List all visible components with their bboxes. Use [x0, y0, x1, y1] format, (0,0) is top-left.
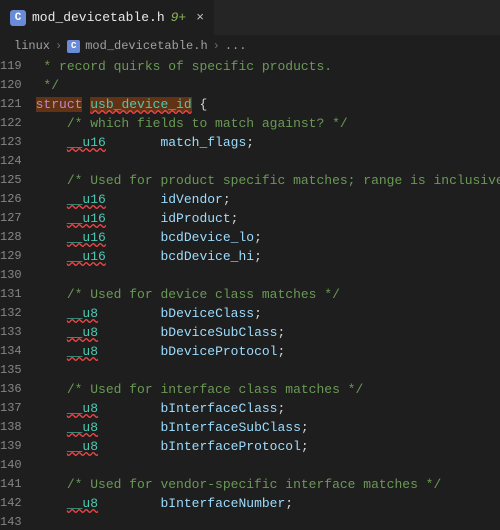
line-number: 142 [0, 494, 22, 513]
code-line[interactable]: __u8 bInterfaceNumber; [36, 494, 500, 513]
code-line[interactable]: __u8 bInterfaceProtocol; [36, 437, 500, 456]
line-number: 123 [0, 133, 22, 152]
code-line[interactable]: /* Used for product specific matches; ra… [36, 171, 500, 190]
line-number: 126 [0, 190, 22, 209]
line-number: 137 [0, 399, 22, 418]
code-line[interactable] [36, 266, 500, 285]
line-number: 129 [0, 247, 22, 266]
line-number: 128 [0, 228, 22, 247]
close-icon[interactable]: × [196, 10, 204, 25]
code-line[interactable]: /* Used for interface class matches */ [36, 380, 500, 399]
code-line[interactable]: __u8 bDeviceProtocol; [36, 342, 500, 361]
tab-modified-marker: 9+ [171, 10, 187, 25]
chevron-right-icon: › [213, 39, 220, 53]
code-line[interactable]: /* which fields to match against? */ [36, 114, 500, 133]
code-line[interactable] [36, 456, 500, 475]
line-number: 139 [0, 437, 22, 456]
line-number: 138 [0, 418, 22, 437]
line-number: 143 [0, 513, 22, 530]
breadcrumb-folder[interactable]: linux [14, 39, 50, 53]
breadcrumb[interactable]: linux › C mod_devicetable.h › ... [0, 35, 500, 57]
code-line[interactable]: __u16 idVendor; [36, 190, 500, 209]
line-number: 127 [0, 209, 22, 228]
code-line[interactable]: __u8 bDeviceSubClass; [36, 323, 500, 342]
code-line[interactable]: struct usb_device_id { [36, 95, 500, 114]
code-line[interactable]: __u16 match_flags; [36, 133, 500, 152]
code-line[interactable]: __u16 idProduct; [36, 209, 500, 228]
code-line[interactable]: __u16 bcdDevice_hi; [36, 247, 500, 266]
code-line[interactable]: __u8 bInterfaceSubClass; [36, 418, 500, 437]
line-number-gutter: 1191201211221231241251261271281291301311… [0, 57, 36, 530]
c-file-icon: C [67, 40, 80, 53]
tab-bar: C mod_devicetable.h 9+ × [0, 0, 500, 35]
code-line[interactable]: __u8 bDeviceClass; [36, 304, 500, 323]
c-file-icon: C [10, 10, 26, 26]
code-area[interactable]: * record quirks of specific products. */… [36, 57, 500, 530]
line-number: 121 [0, 95, 22, 114]
breadcrumb-more[interactable]: ... [225, 39, 247, 53]
code-line[interactable]: * record quirks of specific products. [36, 57, 500, 76]
code-line[interactable]: */ [36, 76, 500, 95]
line-number: 125 [0, 171, 22, 190]
line-number: 119 [0, 57, 22, 76]
code-line[interactable] [36, 513, 500, 530]
code-line[interactable]: __u8 bInterfaceClass; [36, 399, 500, 418]
line-number: 141 [0, 475, 22, 494]
chevron-right-icon: › [55, 39, 62, 53]
line-number: 140 [0, 456, 22, 475]
code-line[interactable] [36, 152, 500, 171]
tab-filename: mod_devicetable.h [32, 10, 165, 25]
editor-tab[interactable]: C mod_devicetable.h 9+ × [0, 0, 215, 35]
breadcrumb-file[interactable]: mod_devicetable.h [85, 39, 207, 53]
line-number: 136 [0, 380, 22, 399]
code-line[interactable]: /* Used for device class matches */ [36, 285, 500, 304]
code-line[interactable] [36, 361, 500, 380]
line-number: 130 [0, 266, 22, 285]
line-number: 124 [0, 152, 22, 171]
code-line[interactable]: __u16 bcdDevice_lo; [36, 228, 500, 247]
line-number: 131 [0, 285, 22, 304]
line-number: 133 [0, 323, 22, 342]
line-number: 122 [0, 114, 22, 133]
line-number: 132 [0, 304, 22, 323]
line-number: 135 [0, 361, 22, 380]
code-line[interactable]: /* Used for vendor-specific interface ma… [36, 475, 500, 494]
code-editor[interactable]: 1191201211221231241251261271281291301311… [0, 57, 500, 530]
line-number: 134 [0, 342, 22, 361]
line-number: 120 [0, 76, 22, 95]
